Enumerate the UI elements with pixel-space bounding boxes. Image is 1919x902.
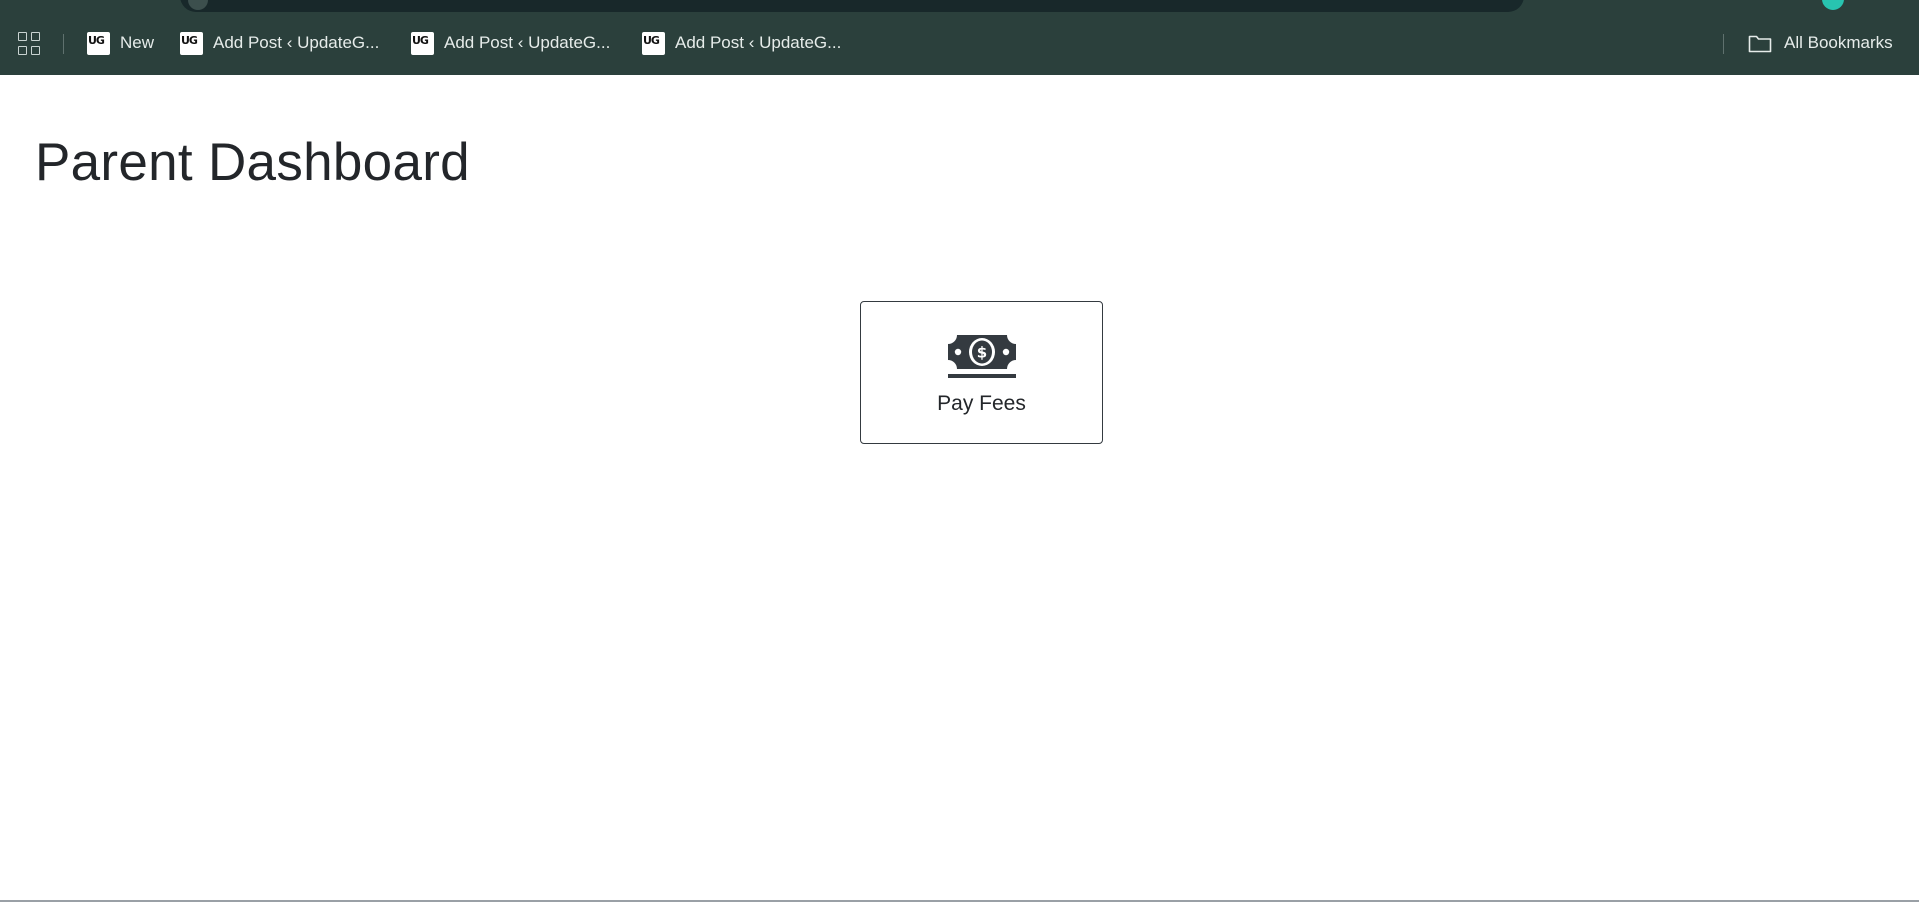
ug-favicon-icon	[411, 31, 434, 55]
bookmarks-bar: New Add Post ‹ UpdateG... Add Post ‹ Upd…	[0, 28, 1919, 58]
svg-text:$: $	[976, 344, 986, 362]
pay-fees-label: Pay Fees	[937, 392, 1026, 415]
ug-favicon-icon	[642, 31, 665, 55]
pay-fees-button[interactable]: $ Pay Fees	[860, 301, 1103, 444]
browser-toolbar: New Add Post ‹ UpdateG... Add Post ‹ Upd…	[0, 0, 1919, 75]
ug-favicon-icon	[180, 31, 203, 55]
profile-avatar[interactable]	[1822, 0, 1844, 10]
apps-grid-icon[interactable]	[18, 32, 42, 56]
page-title: Parent Dashboard	[35, 133, 470, 192]
bookmark-new[interactable]: New	[87, 31, 154, 55]
bookmark-label: Add Post ‹ UpdateG...	[213, 33, 380, 52]
address-bar[interactable]	[180, 0, 1524, 12]
site-info-icon[interactable]	[188, 0, 208, 10]
all-bookmarks-button[interactable]: All Bookmarks	[1748, 31, 1893, 55]
bookmark-label: New	[120, 33, 155, 52]
bookmark-add-post-3[interactable]: Add Post ‹ UpdateG...	[642, 31, 841, 55]
bookmarks-divider	[63, 34, 64, 54]
all-bookmarks-label: All Bookmarks	[1784, 33, 1893, 52]
bookmark-label: Add Post ‹ UpdateG...	[444, 33, 611, 52]
bookmark-label: Add Post ‹ UpdateG...	[675, 33, 842, 52]
bookmarks-divider	[1723, 34, 1724, 54]
ug-favicon-icon	[87, 31, 110, 55]
bookmark-add-post-1[interactable]: Add Post ‹ UpdateG...	[180, 31, 379, 55]
money-bill-icon: $	[947, 335, 1016, 378]
bookmark-add-post-2[interactable]: Add Post ‹ UpdateG...	[411, 31, 610, 55]
folder-icon	[1748, 35, 1772, 53]
